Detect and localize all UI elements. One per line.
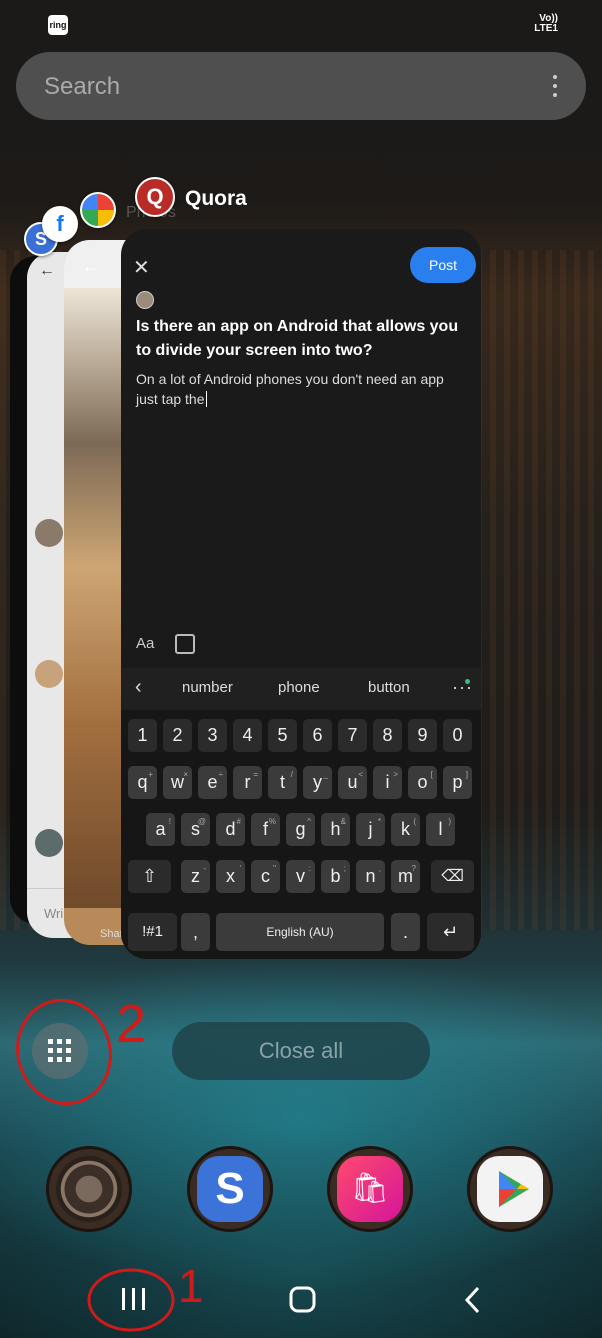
s-icon: S: [197, 1156, 263, 1222]
dock-app-galaxy-store[interactable]: 🛍: [327, 1146, 413, 1232]
dock-app-settings-gears[interactable]: [46, 1146, 132, 1232]
annotation-circle-grid: [16, 998, 112, 1106]
annotation-label-two: 2: [116, 994, 146, 1054]
dock-app-play-store[interactable]: [467, 1146, 553, 1232]
home-icon[interactable]: [289, 1286, 316, 1313]
annotation-overlay: 2 1: [16, 994, 204, 1332]
shopping-bag-icon: 🛍: [337, 1156, 403, 1222]
dock-app-s[interactable]: S: [187, 1146, 273, 1232]
navigation-bar: [0, 1262, 602, 1338]
play-store-icon: [499, 1171, 529, 1207]
back-icon[interactable]: [464, 1286, 480, 1314]
recents-icon[interactable]: [122, 1288, 145, 1310]
